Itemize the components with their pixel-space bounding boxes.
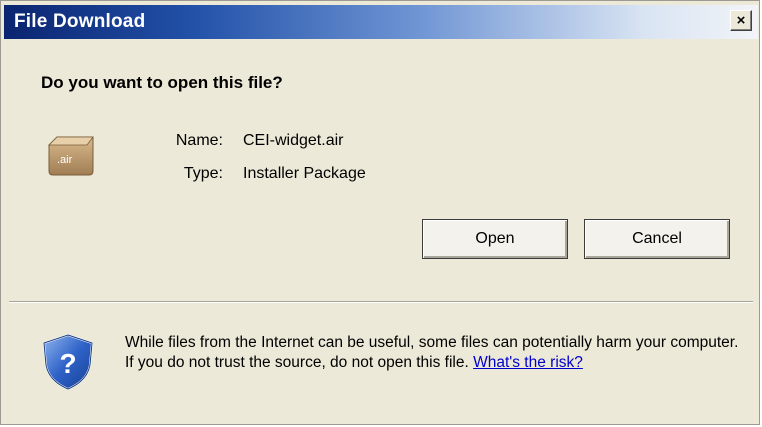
file-name-value: CEI-widget.air: [243, 132, 344, 149]
close-icon: ×: [736, 12, 746, 29]
air-package-icon: .air: [48, 136, 94, 176]
close-button[interactable]: ×: [730, 10, 752, 31]
open-button[interactable]: Open: [422, 219, 568, 259]
warning-text: While files from the Internet can be use…: [125, 334, 739, 371]
dialog-question: Do you want to open this file?: [41, 73, 283, 92]
whats-the-risk-link[interactable]: What's the risk?: [473, 354, 583, 371]
section-divider: [9, 301, 753, 303]
cancel-button[interactable]: Cancel: [584, 219, 730, 259]
type-label: Type:: [183, 165, 223, 182]
air-icon-label: .air: [57, 154, 73, 166]
title-bar[interactable]: File Download ×: [4, 5, 758, 39]
window-title: File Download: [14, 11, 146, 32]
svg-text:?: ?: [59, 348, 76, 379]
file-type-value: Installer Package: [243, 165, 366, 182]
name-label: Name:: [175, 132, 223, 149]
security-shield-icon: ?: [42, 333, 94, 391]
file-download-dialog: File Download × Do you want to open this…: [0, 0, 760, 425]
security-warning: While files from the Internet can be use…: [125, 333, 745, 373]
